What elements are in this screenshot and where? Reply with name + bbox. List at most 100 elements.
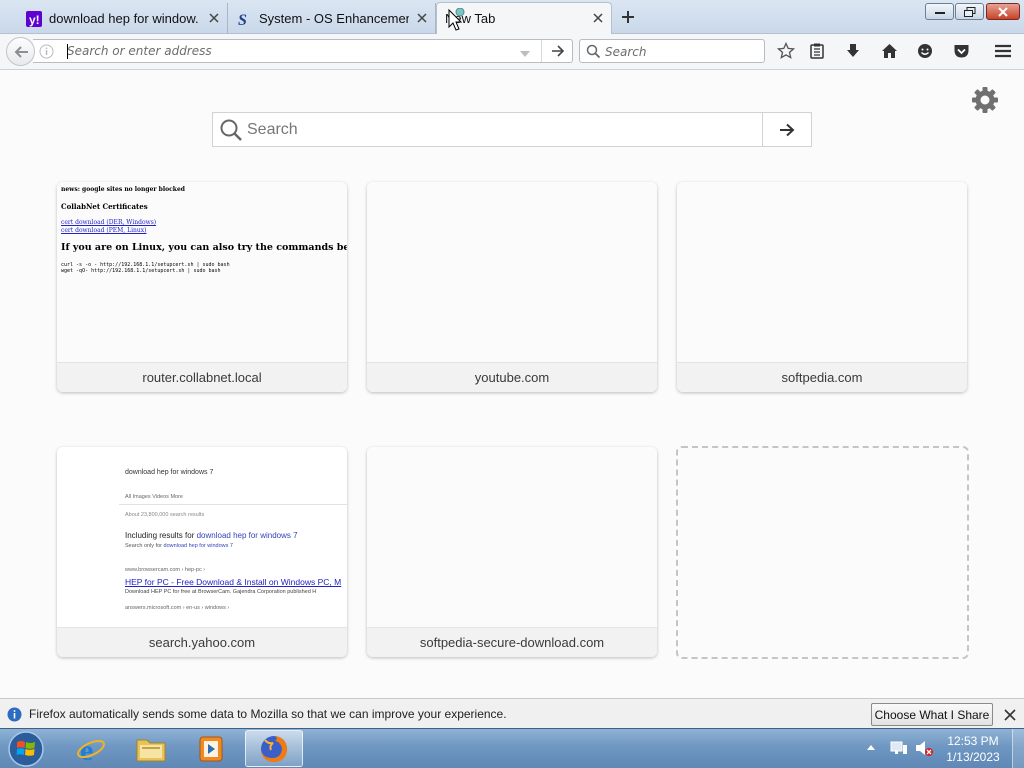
- close-notification-icon[interactable]: [1003, 708, 1017, 722]
- home-button[interactable]: [876, 39, 902, 63]
- downloads-button[interactable]: [840, 39, 866, 63]
- hello-button[interactable]: [912, 39, 938, 63]
- close-tab-icon[interactable]: [207, 11, 221, 25]
- site-thumbnail: [367, 447, 657, 627]
- open-menu-button[interactable]: [990, 39, 1016, 63]
- thumb-text: HEP for PC - Free Download & Install on …: [125, 577, 342, 587]
- system-clock[interactable]: 12:53 PM 1/13/2023: [940, 733, 1006, 765]
- minimize-icon: [934, 11, 945, 14]
- minimize-button[interactable]: [925, 3, 954, 20]
- customize-button[interactable]: [970, 85, 1000, 115]
- tab-strip: y! download hep for window... S System -…: [0, 0, 1024, 34]
- taskbar-firefox[interactable]: [245, 730, 303, 767]
- close-tab-icon[interactable]: [415, 11, 429, 25]
- thumb-text: download hep for windows 7: [125, 469, 214, 476]
- gear-icon: [972, 87, 998, 113]
- address-input[interactable]: [67, 42, 517, 60]
- top-site-tile[interactable]: youtube.com: [367, 182, 657, 392]
- search-bar[interactable]: [579, 39, 765, 63]
- tab-yahoo-search[interactable]: y! download hep for window...: [18, 3, 228, 34]
- plus-icon: [622, 11, 634, 23]
- tile-label: router.collabnet.local: [57, 362, 347, 392]
- home-icon: [881, 44, 897, 58]
- thumb-text: cert download (DER, Windows): [61, 219, 157, 226]
- newtab-search-box[interactable]: [212, 112, 812, 147]
- thumb-text: CollabNet Certificates: [61, 202, 148, 211]
- go-button[interactable]: [541, 40, 573, 62]
- navigation-toolbar: [0, 34, 1024, 70]
- volume-muted-icon[interactable]: [914, 739, 934, 757]
- windows-taskbar: e 12:53 PM 1/13/2023: [0, 728, 1024, 768]
- pocket-button[interactable]: [948, 39, 974, 63]
- back-button[interactable]: [6, 37, 35, 66]
- top-site-tile[interactable]: softpedia.com: [677, 182, 967, 392]
- network-icon[interactable]: [890, 740, 908, 756]
- start-button[interactable]: [4, 730, 48, 768]
- smiley-chat-icon: [918, 44, 932, 58]
- top-site-tile[interactable]: news: google sites no longer blocked Col…: [57, 182, 347, 392]
- show-hidden-icons-icon[interactable]: [866, 743, 876, 751]
- taskbar-media-player[interactable]: [182, 730, 240, 767]
- mouse-cursor-icon: [448, 8, 465, 31]
- new-tab-button[interactable]: [616, 6, 640, 28]
- thumb-text: Including results for download hep for w…: [125, 531, 298, 540]
- top-site-tile[interactable]: download hep for windows 7 All Images Vi…: [57, 447, 347, 657]
- arrow-left-icon: [14, 45, 28, 58]
- divider: [119, 504, 347, 505]
- internet-explorer-icon: e: [77, 734, 105, 764]
- newtab-search-input[interactable]: [247, 119, 757, 141]
- thumb-text: news: google sites no longer blocked: [61, 186, 185, 193]
- windows-logo-icon: [8, 731, 44, 767]
- top-site-tile[interactable]: softpedia-secure-download.com: [367, 447, 657, 657]
- url-bar[interactable]: [33, 39, 573, 63]
- notification-text: Firefox automatically sends some data to…: [29, 707, 507, 721]
- svg-text:y!: y!: [29, 13, 40, 27]
- arrow-right-icon: [780, 123, 795, 136]
- tile-label: search.yahoo.com: [57, 627, 347, 657]
- close-icon: [998, 6, 1008, 17]
- tile-label: softpedia-secure-download.com: [367, 627, 657, 657]
- tile-label: youtube.com: [367, 362, 657, 392]
- site-thumbnail: download hep for windows 7 All Images Vi…: [57, 447, 347, 627]
- media-player-icon: [199, 736, 223, 761]
- close-window-button[interactable]: [986, 3, 1020, 20]
- svg-text:e: e: [80, 734, 93, 764]
- tab-softpedia[interactable]: S System - OS Enhancement...: [228, 3, 436, 34]
- newtab-search-go-button[interactable]: [762, 113, 811, 146]
- arrow-right-icon: [551, 45, 564, 57]
- clock-time: 12:53 PM: [947, 734, 999, 748]
- restore-icon: [963, 6, 975, 17]
- thumb-text: About 23,800,000 search results: [125, 512, 205, 518]
- show-desktop-button[interactable]: [1012, 729, 1024, 768]
- thumb-text: www.browsercam.com › hep-pc ›: [125, 567, 206, 573]
- clipboard-icon: [810, 43, 824, 59]
- tab-title: System - OS Enhancement...: [259, 11, 409, 26]
- history-dropdown-icon[interactable]: [519, 46, 531, 57]
- choose-what-i-share-button[interactable]: Choose What I Share: [871, 703, 993, 726]
- thumb-text: Download HEP PC for free at BrowserCam. …: [125, 589, 317, 595]
- thumb-text: answers.microsoft.com › en-us › windows …: [125, 605, 230, 611]
- taskbar-internet-explorer[interactable]: e: [62, 730, 120, 767]
- thumb-text: wget -qO- http://192.168.1.1/setupcert.s…: [61, 268, 221, 274]
- folder-icon: [136, 739, 166, 761]
- hamburger-menu-icon: [995, 44, 1011, 58]
- search-icon: [219, 118, 243, 142]
- search-icon: [586, 44, 601, 59]
- new-tab-page: news: google sites no longer blocked Col…: [0, 70, 1024, 698]
- bookmark-star-button[interactable]: [773, 39, 799, 63]
- svg-text:S: S: [238, 12, 247, 27]
- bookmarks-menu-button[interactable]: [804, 39, 830, 63]
- clock-date: 1/13/2023: [946, 750, 1000, 764]
- close-tab-icon[interactable]: [591, 11, 605, 25]
- info-icon[interactable]: [39, 44, 54, 59]
- thumb-text: All Images Videos More: [125, 494, 183, 500]
- text-caret: [67, 44, 68, 59]
- empty-tile-placeholder: [676, 446, 969, 659]
- download-arrow-icon: [847, 44, 859, 57]
- search-input[interactable]: [605, 43, 755, 60]
- star-icon: [777, 42, 795, 59]
- notification-bar: Firefox automatically sends some data to…: [0, 698, 1024, 728]
- taskbar-file-explorer[interactable]: [122, 730, 180, 767]
- restore-button[interactable]: [955, 3, 984, 20]
- thumb-text: Search only for download hep for windows…: [125, 543, 233, 549]
